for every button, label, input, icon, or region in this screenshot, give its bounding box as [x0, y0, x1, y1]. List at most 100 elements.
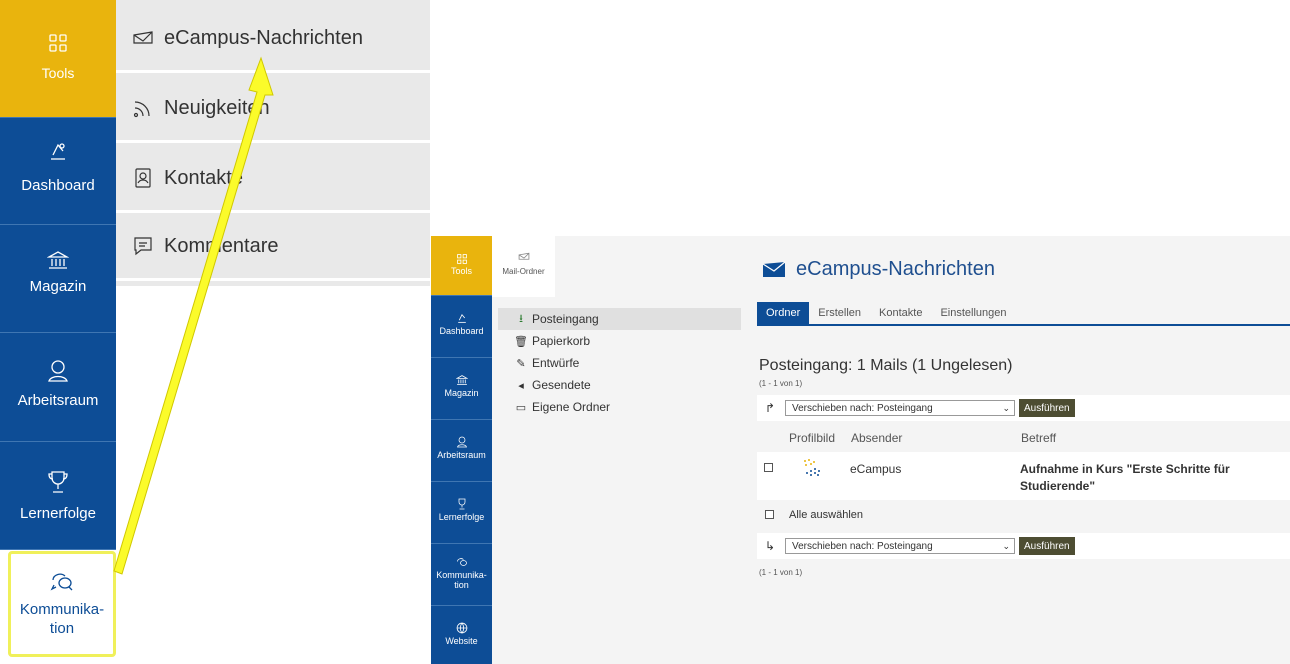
mini-sidebar-item-magazin[interactable]: Magazin	[431, 358, 492, 420]
move-select[interactable]: Verschieben nach: Posteingang ⌄	[785, 400, 1015, 416]
mini-sidebar-label: Arbeitsraum	[437, 450, 486, 460]
sidebar-item-kommunikation[interactable]: Kommunika- tion	[8, 551, 116, 657]
pencil-icon: ✎	[516, 357, 526, 370]
globe-icon	[456, 622, 467, 634]
tab-einstellungen[interactable]: Einstellungen	[931, 302, 1015, 324]
pagination-range: (1 - 1 von 1)	[759, 379, 803, 388]
ecampus-logo-avatar	[804, 459, 820, 476]
envelope-filled-icon	[762, 261, 786, 277]
folder-label: Gesendete	[532, 378, 591, 392]
tab-ordner[interactable]: Ordner	[757, 302, 810, 324]
select-all-label: Alle auswählen	[789, 509, 863, 521]
menu-item-kontakte[interactable]: Kontakte	[116, 146, 430, 213]
column-header-absender[interactable]: Absender	[851, 431, 902, 445]
grid-icon	[49, 34, 67, 52]
folder-eigene-ordner[interactable]: ▭ Eigene Ordner	[498, 396, 741, 418]
trophy-icon	[458, 498, 465, 510]
chat-icon	[456, 558, 467, 566]
move-toolbar-bottom: ↳ Verschieben nach: Posteingang ⌄ Ausfüh…	[757, 533, 1290, 559]
move-select[interactable]: Verschieben nach: Posteingang ⌄	[785, 538, 1015, 554]
chevron-down-icon: ⌄	[1002, 402, 1010, 413]
mail-screenshot: Tools Dashboard Magazin Arbeitsraum Lern…	[431, 236, 1290, 664]
menu-item-label: Kontakte	[164, 166, 243, 189]
mail-folder-panel: Mail-Ordner ⭳ Posteingang 🗑 Papierkorb ✎…	[492, 236, 746, 664]
sidebar-item-arbeitsraum[interactable]: Arbeitsraum	[0, 333, 116, 442]
move-select-value: Verschieben nach: Posteingang	[792, 540, 933, 552]
menu-item-ecampus-nachrichten[interactable]: eCampus-Nachrichten	[116, 6, 430, 73]
envelope-icon	[133, 31, 153, 44]
folder-papierkorb[interactable]: 🗑 Papierkorb	[498, 330, 741, 352]
menu-item-kommentare[interactable]: Kommentare	[116, 214, 430, 281]
page-title: eCampus-Nachrichten	[796, 258, 995, 280]
row-checkbox[interactable]	[764, 463, 773, 472]
mini-sidebar-label: Lernerfolge	[438, 512, 485, 522]
person-icon	[48, 360, 68, 382]
mini-sidebar-item-tools[interactable]: Tools	[431, 236, 492, 296]
mini-sidebar: Tools Dashboard Magazin Arbeitsraum Lern…	[431, 236, 492, 664]
museum-icon	[47, 251, 69, 269]
tab-mail-ordner[interactable]: Mail-Ordner	[492, 236, 555, 297]
trophy-icon	[48, 471, 68, 493]
main-sidebar: Tools Dashboard Magazin Arbeitsraum Lern…	[0, 0, 116, 664]
mini-sidebar-item-website[interactable]: Website	[431, 606, 492, 664]
rss-icon	[133, 101, 150, 118]
message-sender: eCampus	[850, 462, 902, 476]
send-icon: ◂	[518, 379, 524, 392]
folder-label: Papierkorb	[532, 334, 591, 348]
folder-entwuerfe[interactable]: ✎ Entwürfe	[498, 352, 741, 374]
dashboard-icon	[457, 313, 466, 323]
mini-sidebar-item-dashboard[interactable]: Dashboard	[431, 296, 492, 358]
mini-sidebar-label: Kommunika- tion	[436, 570, 487, 590]
person-icon	[456, 436, 467, 448]
menu-item-neuigkeiten[interactable]: Neuigkeiten	[116, 76, 430, 143]
comment-icon	[134, 237, 152, 256]
contact-card-icon	[135, 168, 151, 188]
run-button[interactable]: Ausführen	[1019, 399, 1075, 417]
select-all-checkbox[interactable]	[765, 510, 774, 519]
chevron-down-icon: ⌄	[1002, 540, 1010, 551]
sidebar-item-lernerfolge[interactable]: Lernerfolge	[0, 442, 116, 550]
museum-icon	[455, 375, 468, 385]
sidebar-item-tools[interactable]: Tools	[0, 0, 116, 118]
mini-sidebar-item-lernerfolge[interactable]: Lernerfolge	[431, 482, 492, 544]
folder-label: Eigene Ordner	[532, 400, 611, 414]
mini-sidebar-label: Dashboard	[439, 326, 484, 336]
mini-sidebar-item-kommunikation[interactable]: Kommunika- tion	[431, 544, 492, 606]
sidebar-item-magazin[interactable]: Magazin	[0, 225, 116, 333]
menu-item-label: Kommentare	[164, 234, 279, 257]
sidebar-item-label: Lernerfolge	[20, 505, 96, 522]
tab-erstellen[interactable]: Erstellen	[809, 302, 870, 324]
envelope-icon	[518, 252, 529, 260]
move-toolbar-top: ↱ Verschieben nach: Posteingang ⌄ Ausfüh…	[757, 395, 1290, 421]
table-row[interactable]: eCampus Aufnahme in Kurs "Erste Schritte…	[757, 452, 1290, 500]
column-header-betreff[interactable]: Betreff	[1021, 431, 1056, 445]
sidebar-item-dashboard[interactable]: Dashboard	[0, 118, 116, 225]
chat-icon	[50, 573, 73, 591]
menu-item-label: eCampus-Nachrichten	[164, 26, 363, 49]
dashboard-icon	[51, 143, 65, 160]
pagination-range: (1 - 1 von 1)	[759, 568, 803, 577]
mail-main-panel: eCampus-Nachrichten Ordner Erstellen Kon…	[746, 236, 1290, 664]
arrow-up-right-icon: ↱	[765, 401, 776, 415]
sidebar-item-label: Arbeitsraum	[17, 392, 99, 409]
mini-sidebar-label: Website	[445, 636, 478, 646]
kommunikation-flyout-menu: eCampus-Nachrichten Neuigkeiten Kontakte…	[116, 0, 430, 286]
folder-icon: ▭	[515, 401, 527, 414]
folder-label: Posteingang	[532, 312, 599, 326]
tab-kontakte[interactable]: Kontakte	[870, 302, 931, 324]
mini-sidebar-label: Magazin	[444, 388, 479, 398]
sidebar-item-label: Tools	[41, 65, 75, 81]
select-all-row: Alle auswählen	[757, 502, 1290, 528]
mail-tabs: Ordner Erstellen Kontakte Einstellungen	[757, 302, 1290, 326]
mini-sidebar-item-arbeitsraum[interactable]: Arbeitsraum	[431, 420, 492, 482]
sidebar-item-label: Kommunika- tion	[19, 601, 105, 637]
folder-label: Entwürfe	[532, 356, 580, 370]
inbox-icon: ⭳	[519, 312, 523, 325]
mini-sidebar-label: Tools	[450, 266, 472, 276]
folder-list: ⭳ Posteingang 🗑 Papierkorb ✎ Entwürfe ◂ …	[498, 308, 741, 418]
folder-gesendete[interactable]: ◂ Gesendete	[498, 374, 741, 396]
message-subject[interactable]: Aufnahme in Kurs "Erste Schritte für Stu…	[1020, 461, 1270, 495]
run-button[interactable]: Ausführen	[1019, 537, 1075, 555]
folder-posteingang[interactable]: ⭳ Posteingang	[498, 308, 741, 330]
column-header-profilbild: Profilbild	[789, 431, 836, 445]
